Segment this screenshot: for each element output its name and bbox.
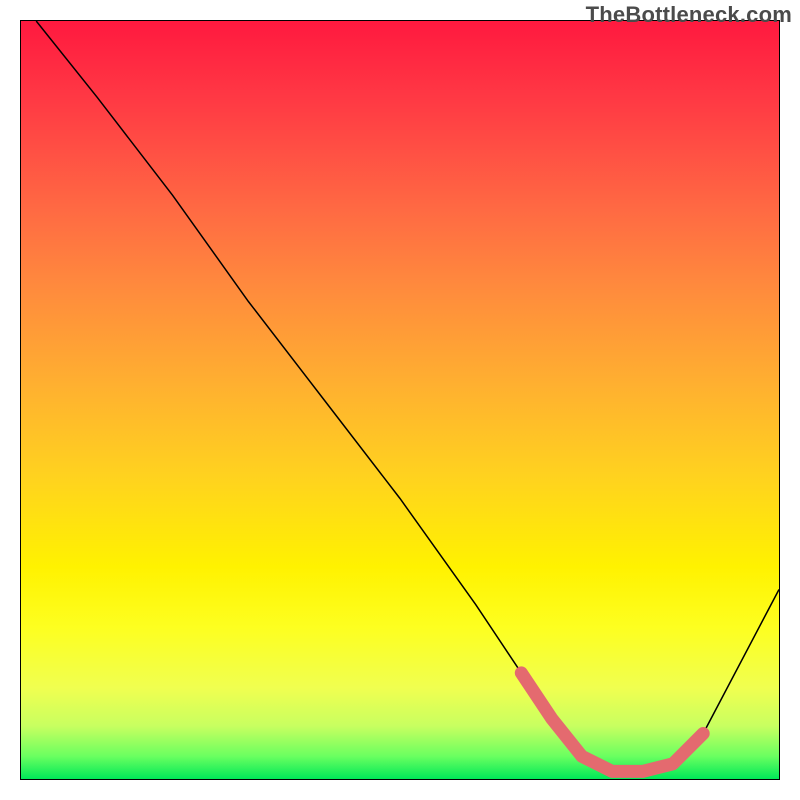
watermark-label: TheBottleneck.com <box>586 2 792 28</box>
chart-container <box>20 20 780 780</box>
curve-line <box>36 21 779 771</box>
highlight-segment <box>521 673 703 772</box>
chart-curve-layer <box>21 21 779 779</box>
